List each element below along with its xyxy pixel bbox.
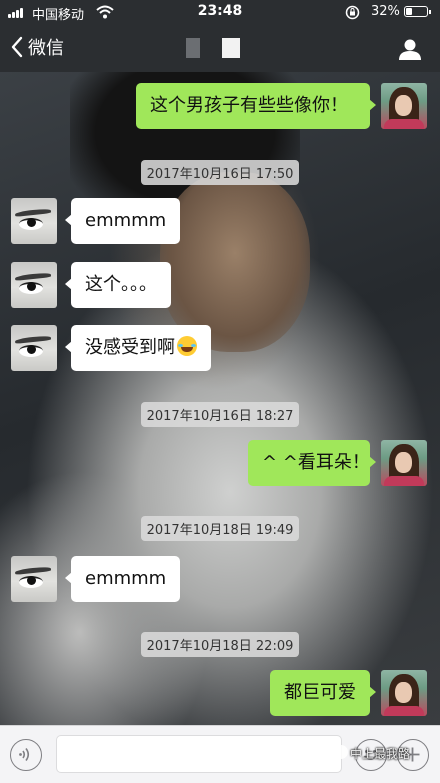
- contact-avatar[interactable]: [11, 556, 57, 602]
- timestamp-text: 2017年10月16日 18:27: [140, 402, 300, 427]
- contact-avatar[interactable]: [11, 262, 57, 308]
- chevron-left-icon: [11, 36, 23, 58]
- contact-avatar[interactable]: [11, 325, 57, 371]
- incoming-message-bubble[interactable]: emmmm: [64, 556, 181, 602]
- incoming-message-bubble[interactable]: 这个。。。: [65, 262, 171, 308]
- outgoing-message-bubble[interactable]: ^ ^看耳朵！: [248, 440, 376, 486]
- voice-button[interactable]: [10, 739, 42, 771]
- message-text: emmmm: [85, 210, 167, 231]
- chat-title-redacted-box: [222, 38, 240, 58]
- message-text: 这个。。。: [85, 274, 157, 295]
- watermark-text: 中上最我路: [350, 747, 411, 761]
- back-label: 微信: [28, 38, 64, 59]
- outgoing-message-bubble[interactable]: 都巨可爱: [270, 670, 376, 716]
- incoming-message-bubble[interactable]: 没感受到啊: [65, 325, 211, 371]
- timestamp-text: 2017年10月18日 19:49: [140, 516, 300, 541]
- timestamp-text: 2017年10月18日 22:09: [140, 632, 300, 657]
- message-text: emmmm: [85, 568, 167, 589]
- outgoing-message-bubble[interactable]: 这个男孩子有些些像你！: [136, 83, 376, 129]
- nav-bar: 微信: [0, 24, 440, 72]
- person-icon[interactable]: [398, 38, 422, 60]
- tears-of-joy-emoji-icon: [177, 336, 197, 356]
- battery-icon: [404, 6, 431, 17]
- chat-title-redacted: [186, 38, 200, 58]
- incoming-message-bubble[interactable]: emmmm: [64, 198, 181, 244]
- message-text: 这个男孩子有些些像你！: [150, 95, 348, 116]
- timestamp-text: 2017年10月16日 17:50: [140, 160, 300, 185]
- timestamp: 2017年10月16日 17:50: [0, 160, 440, 185]
- message-text: ^ ^看耳朵！: [262, 452, 370, 473]
- rotation-lock-icon: [345, 5, 360, 20]
- message-text: 没感受到啊: [85, 337, 175, 358]
- timestamp: 2017年10月18日 19:49: [0, 516, 440, 541]
- timestamp: 2017年10月16日 18:27: [0, 402, 440, 427]
- message-text: 都巨可爱: [284, 682, 356, 703]
- my-avatar[interactable]: [381, 83, 427, 129]
- watermark-logo: [334, 745, 348, 759]
- timestamp: 2017年10月18日 22:09: [0, 632, 440, 657]
- my-avatar[interactable]: [381, 440, 427, 486]
- voice-icon: [19, 748, 30, 761]
- my-avatar[interactable]: [381, 670, 427, 716]
- back-button[interactable]: 微信: [10, 34, 64, 60]
- contact-avatar[interactable]: [11, 198, 57, 244]
- message-input[interactable]: [56, 735, 342, 773]
- battery-percent: 32%: [371, 4, 400, 19]
- status-bar: 中国移动 23:48 32%: [0, 0, 440, 24]
